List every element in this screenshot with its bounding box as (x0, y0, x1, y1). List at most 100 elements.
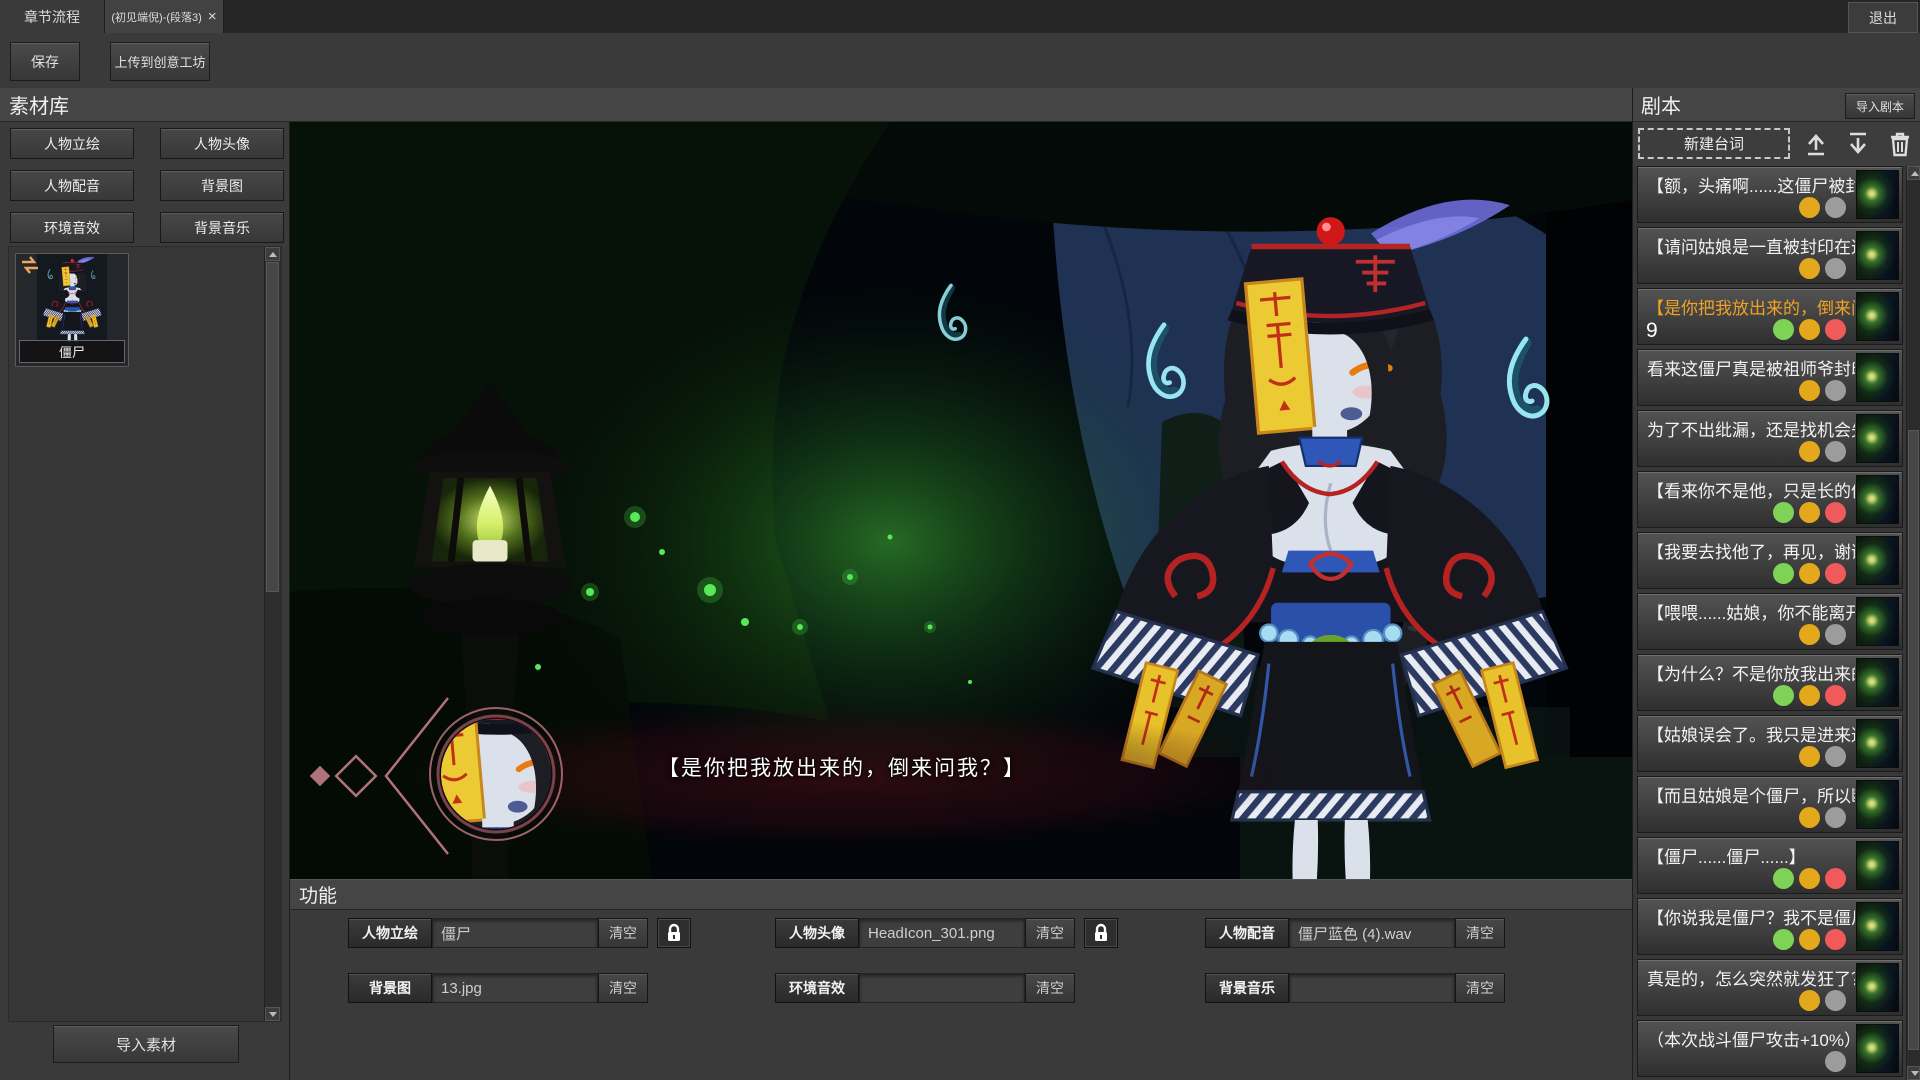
script-entry[interactable]: （本次战斗僵尸攻击+10%） (1637, 1020, 1903, 1077)
entry-badge: 9 (1646, 319, 1658, 343)
script-entry[interactable]: 【僵尸......僵尸......】 (1637, 837, 1903, 894)
lock-icon (1093, 923, 1109, 943)
status-dot-gray (1825, 441, 1846, 462)
clear-button[interactable]: 清空 (1455, 973, 1505, 1003)
library-header: 素材库 (0, 88, 1632, 122)
script-entry[interactable]: 真是的，怎么突然就发狂了？ (1637, 959, 1903, 1016)
new-line-button[interactable]: 新建台词 (1638, 128, 1790, 159)
lock-icon (666, 923, 682, 943)
entry-text: 【姑娘误会了。我只是进来逛 (1647, 721, 1855, 746)
status-dot-yellow (1799, 746, 1820, 767)
scrollbar-thumb[interactable] (1908, 430, 1919, 1050)
status-dot-yellow (1799, 380, 1820, 401)
script-entry[interactable]: 【看来你不是他，只是长的像 (1637, 471, 1903, 528)
library-btn-character-sprite[interactable]: 人物立绘 (10, 128, 134, 159)
field-label[interactable]: 人物立绘 (348, 918, 432, 948)
entry-thumbnail (1856, 780, 1899, 829)
field-label[interactable]: 背景图 (348, 973, 432, 1003)
script-entry[interactable]: 【你说我是僵尸？我不是僵尸 (1637, 898, 1903, 955)
save-button[interactable]: 保存 (10, 42, 80, 81)
tab-paragraph[interactable]: (初见端倪)-(段落3) × (105, 0, 224, 33)
library-btn-background-image[interactable]: 背景图 (160, 170, 284, 201)
script-entry[interactable]: 【而且姑娘是个僵尸，所以断 (1637, 776, 1903, 833)
script-entry[interactable]: 【姑娘误会了。我只是进来逛 (1637, 715, 1903, 772)
status-dot-green (1773, 868, 1794, 889)
library-btn-character-headicon[interactable]: 人物头像 (160, 128, 284, 159)
asset-card-zombie[interactable]: 僵尸 (15, 253, 129, 367)
scroll-down-icon[interactable] (265, 1007, 280, 1021)
entry-thumbnail (1856, 231, 1899, 280)
clear-button[interactable]: 清空 (1025, 918, 1075, 948)
entry-text: 【喂喂......姑娘，你不能离开 (1647, 599, 1855, 624)
script-entry[interactable]: 看来这僵尸真是被祖师爷封印 (1637, 349, 1903, 406)
script-scrollbar[interactable] (1906, 166, 1920, 1080)
entry-thumbnail (1856, 963, 1899, 1012)
field-label[interactable]: 环境音效 (775, 973, 859, 1003)
entry-status-dots (1773, 929, 1846, 950)
script-entry[interactable]: 【是你把我放出来的，倒来问 9 (1637, 288, 1903, 345)
clear-button[interactable]: 清空 (1025, 973, 1075, 1003)
scroll-down-icon[interactable] (1907, 1066, 1920, 1080)
script-entry[interactable]: 【额，头痛啊......这僵尸被封 (1637, 166, 1903, 223)
clear-button[interactable]: 清空 (598, 918, 648, 948)
arrow-up-bar-icon (1803, 131, 1829, 157)
script-entry[interactable]: 为了不出纰漏，还是找机会先 (1637, 410, 1903, 467)
script-entry[interactable]: 【喂喂......姑娘，你不能离开 (1637, 593, 1903, 650)
field-ambient-sound: 环境音效 清空 (775, 973, 1075, 1003)
field-label[interactable]: 人物配音 (1205, 918, 1289, 948)
import-assets-button[interactable]: 导入素材 (53, 1025, 239, 1063)
entry-text: 【额，头痛啊......这僵尸被封 (1647, 172, 1855, 197)
import-script-button[interactable]: 导入剧本 (1845, 93, 1915, 119)
background-image-value[interactable]: 13.jpg (432, 973, 598, 1003)
functions-header: 功能 (290, 879, 1632, 910)
status-dot-red (1825, 319, 1846, 340)
field-label[interactable]: 人物头像 (775, 918, 859, 948)
background-music-value[interactable] (1289, 973, 1455, 1003)
lock-button[interactable] (1084, 918, 1118, 948)
character-voice-value[interactable]: 僵尸蓝色 (4).wav (1289, 918, 1455, 948)
entry-status-dots (1799, 258, 1846, 279)
entry-thumbnail (1856, 414, 1899, 463)
library-btn-background-music[interactable]: 背景音乐 (160, 212, 284, 243)
app-window: 章节流程 (初见端倪)-(段落3) × 退出 保存 上传到创意工坊 素材库 人物… (0, 0, 1920, 1080)
status-dot-green (1773, 929, 1794, 950)
lock-button[interactable] (657, 918, 691, 948)
move-to-top-button[interactable] (1801, 129, 1831, 159)
character-headicon-value[interactable]: HeadIcon_301.png (859, 918, 1025, 948)
clear-button[interactable]: 清空 (1455, 918, 1505, 948)
entry-text: 【我要去找他了，再见，谢谢 (1647, 538, 1855, 563)
upload-workshop-button[interactable]: 上传到创意工坊 (110, 42, 210, 81)
entry-thumbnail (1856, 536, 1899, 585)
entry-status-dots (1799, 807, 1846, 828)
ambient-sound-value[interactable] (859, 973, 1025, 1003)
library-btn-character-voice[interactable]: 人物配音 (10, 170, 134, 201)
tab-chapter-flow[interactable]: 章节流程 (0, 0, 105, 33)
field-label[interactable]: 背景音乐 (1205, 973, 1289, 1003)
field-background-image: 背景图 13.jpg 清空 (348, 973, 648, 1003)
move-to-bottom-button[interactable] (1843, 129, 1873, 159)
scroll-up-icon[interactable] (1907, 166, 1920, 180)
entry-text: 真是的，怎么突然就发狂了？ (1647, 965, 1855, 990)
entry-status-dots (1773, 563, 1846, 584)
script-entry[interactable]: 【为什么？不是你放我出来的 (1637, 654, 1903, 711)
close-icon[interactable]: × (208, 9, 217, 24)
exit-button[interactable]: 退出 (1848, 2, 1918, 33)
status-dot-green (1773, 563, 1794, 584)
dialogue-text: 【是你把我放出来的，倒来问我？】 (658, 752, 1026, 782)
entry-thumbnail (1856, 353, 1899, 402)
clear-button[interactable]: 清空 (598, 973, 648, 1003)
status-dot-yellow (1799, 990, 1820, 1011)
field-character-headicon: 人物头像 HeadIcon_301.png 清空 (775, 918, 1118, 948)
scroll-up-icon[interactable] (265, 247, 280, 261)
library-scrollbar[interactable] (264, 247, 281, 1021)
script-entry[interactable]: 【请问姑娘是一直被封印在这 (1637, 227, 1903, 284)
script-entry[interactable]: 【我要去找他了，再见，谢谢 (1637, 532, 1903, 589)
scrollbar-thumb[interactable] (266, 262, 279, 592)
character-sprite-value[interactable]: 僵尸 (432, 918, 598, 948)
script-title: 剧本 (1641, 90, 1681, 119)
library-btn-ambient-sound[interactable]: 环境音效 (10, 212, 134, 243)
swap-icon[interactable] (19, 256, 41, 274)
entry-text: 【是你把我放出来的，倒来问 (1647, 294, 1855, 319)
delete-line-button[interactable] (1885, 129, 1915, 159)
game-preview: 【是你把我放出来的，倒来问我？】 (290, 122, 1632, 879)
